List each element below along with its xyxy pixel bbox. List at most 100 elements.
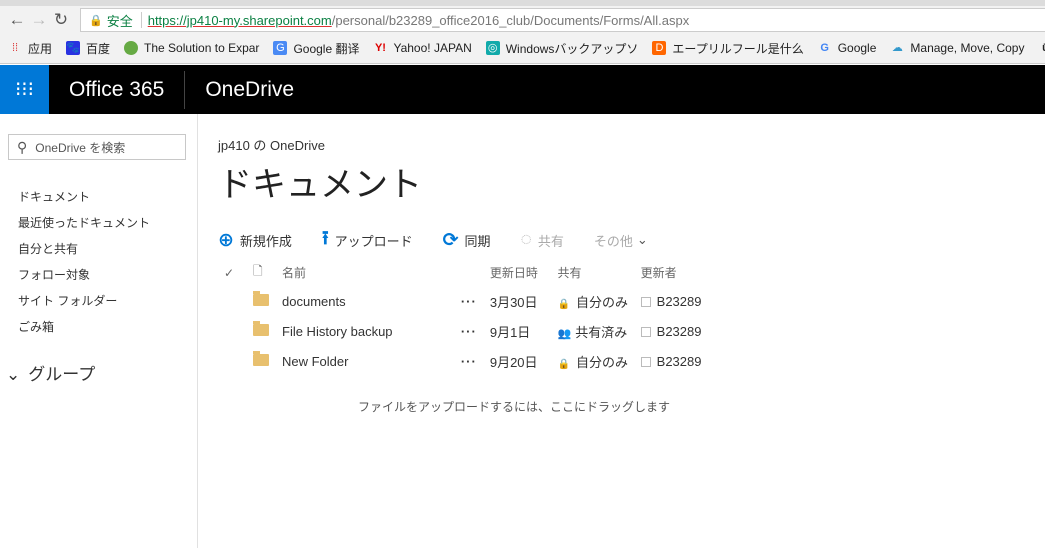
- bookmark-manage[interactable]: ☁ Manage, Move, Copy: [890, 41, 1025, 55]
- bookmark-u[interactable]: üU: [1038, 41, 1045, 55]
- command-bar: ⊕ 新規作成 ⭱ アップロード ⟳ 同期 ◌ 共有 その他 ⌄: [218, 224, 678, 256]
- left-nav: ⚲ OneDrive を検索 ドキュメント 最近使ったドキュメント 自分と共有 フ…: [0, 114, 198, 548]
- more-button[interactable]: その他 ⌄: [594, 231, 648, 250]
- chevron-down-icon: ⌄: [6, 365, 21, 384]
- table-row[interactable]: documents ··· 3月30日 🔒 自分のみ B23289: [218, 291, 718, 311]
- upload-label: アップロード: [334, 233, 413, 249]
- modified-by[interactable]: B23289: [657, 294, 702, 309]
- file-name-link[interactable]: documents: [282, 294, 461, 309]
- modified-date: 9月1日: [489, 325, 531, 340]
- reload-icon[interactable]: ↻: [50, 10, 72, 30]
- google-translate-icon: G: [273, 41, 288, 55]
- sharing-status[interactable]: 共有済み: [575, 325, 627, 340]
- breadcrumb[interactable]: jp410 の OneDrive: [218, 135, 422, 154]
- file-name-link[interactable]: New Folder: [282, 354, 461, 369]
- google-icon: G: [820, 42, 829, 54]
- cloud-icon: ☁: [891, 42, 903, 54]
- bookmark-solution[interactable]: The Solution to Expar: [124, 41, 259, 55]
- upload-icon: ⭱: [321, 228, 329, 249]
- bookmarks-bar: ⁞⁞ 应用 🐾 百度 The Solution to Expar G Google 翻…: [0, 34, 1045, 62]
- nav-item-documents[interactable]: ドキュメント: [0, 184, 197, 210]
- onedrive-link[interactable]: OneDrive: [185, 78, 314, 102]
- suite-bar: ⁝⁝⁝ Office 365 OneDrive: [0, 65, 1045, 114]
- nav-item-shared-with-me[interactable]: 自分と共有: [0, 236, 197, 262]
- url-host: https://jp410-my.sharepoint.com: [147, 12, 332, 28]
- more-actions-icon[interactable]: ···: [461, 354, 490, 369]
- groups-section[interactable]: ⌄ グループ: [0, 360, 197, 385]
- upload-button[interactable]: ⭱ アップロード: [322, 224, 413, 256]
- column-modified-by[interactable]: 更新者: [641, 264, 718, 281]
- new-button[interactable]: ⊕ 新規作成: [218, 229, 292, 252]
- globe-icon: [124, 41, 139, 55]
- share-icon: ◌: [520, 229, 532, 250]
- back-icon[interactable]: ←: [6, 10, 28, 30]
- bookmark-label: Google 翻译: [293, 41, 360, 56]
- bookmark-label: エープリルフール是什么: [672, 41, 804, 56]
- search-input[interactable]: ⚲ OneDrive を検索: [8, 134, 186, 160]
- presence-icon: [640, 297, 651, 307]
- file-name-link[interactable]: File History backup: [282, 324, 461, 339]
- url-path: /personal/b23289_office2016_club/Documen…: [331, 12, 690, 28]
- groups-label: グループ: [28, 365, 96, 384]
- bookmark-label: Windowsバックアップソ: [505, 41, 639, 56]
- drop-hint: ファイルをアップロードするには、ここにドラッグします: [358, 400, 671, 414]
- bookmark-label: Yahoo! JAPAN: [393, 41, 472, 55]
- bookmark-google-translate[interactable]: G Google 翻译: [273, 40, 359, 57]
- bookmark-april[interactable]: D エープリルフール是什么: [652, 40, 804, 57]
- nav-item-site-folders[interactable]: サイト フォルダー: [0, 288, 197, 314]
- column-modified[interactable]: 更新日時: [490, 264, 558, 281]
- forward-icon[interactable]: →: [28, 10, 50, 30]
- file-type-icon[interactable]: 🗋: [253, 262, 282, 283]
- bookmark-label: 应用: [28, 41, 53, 56]
- folder-icon: [253, 321, 269, 336]
- sharing-status[interactable]: 自分のみ: [576, 295, 628, 310]
- address-bar[interactable]: 🔒 安全 https://jp410-my.sharepoint.com/per…: [80, 8, 1045, 32]
- bookmark-google[interactable]: G Google: [818, 41, 876, 55]
- modified-date: 9月20日: [489, 355, 538, 370]
- divider: [140, 12, 142, 28]
- office-365-link[interactable]: Office 365: [49, 78, 184, 102]
- presence-icon: [640, 327, 651, 337]
- baidu-icon: 🐾: [66, 41, 81, 55]
- search-icon: ⚲: [17, 138, 28, 155]
- people-icon: 👥: [557, 328, 572, 340]
- lock-icon: 🔒: [557, 299, 570, 310]
- browser-chrome: ← → ↻ 🔒 安全 https://jp410-my.sharepoint.c…: [0, 0, 1045, 64]
- bookmark-yahoo[interactable]: Y! Yahoo! JAPAN: [373, 41, 472, 55]
- table-row[interactable]: New Folder ··· 9月20日 🔒 自分のみ B23289: [218, 351, 718, 371]
- select-all-checkmark-icon[interactable]: ✓: [218, 266, 253, 280]
- column-sharing[interactable]: 共有: [558, 264, 641, 281]
- bookmark-baidu[interactable]: 🐾 百度: [66, 40, 110, 57]
- d-icon: D: [652, 41, 667, 55]
- search-placeholder: OneDrive を検索: [35, 140, 126, 155]
- sync-label: 同期: [464, 233, 491, 249]
- windows-icon: ◎: [485, 41, 500, 55]
- bookmark-label: 百度: [86, 41, 111, 56]
- folder-icon: [253, 291, 269, 306]
- page-title: ドキュメント: [218, 166, 422, 204]
- sharing-status[interactable]: 自分のみ: [576, 355, 628, 370]
- nav-item-following[interactable]: フォロー対象: [0, 262, 197, 288]
- nav-item-recycle-bin[interactable]: ごみ箱: [0, 314, 197, 340]
- more-actions-icon[interactable]: ···: [461, 294, 490, 309]
- u-icon: ü: [1038, 41, 1045, 55]
- sync-button[interactable]: ⟳ 同期: [443, 229, 491, 252]
- table-row[interactable]: File History backup ··· 9月1日 👥 共有済み B2328…: [218, 321, 718, 341]
- column-headers: ✓ 🗋 名前 更新日時 共有 更新者: [218, 262, 718, 283]
- column-name[interactable]: 名前: [282, 264, 461, 281]
- more-actions-icon[interactable]: ···: [461, 324, 490, 339]
- bookmark-windows[interactable]: ◎ Windowsバックアップソ: [485, 40, 639, 57]
- new-label: 新規作成: [239, 233, 292, 249]
- modified-by[interactable]: B23289: [657, 354, 702, 369]
- more-label: その他: [593, 233, 633, 249]
- app-launcher-icon[interactable]: ⁝⁝⁝: [0, 65, 49, 114]
- bookmark-label: Manage, Move, Copy: [910, 41, 1025, 55]
- share-button[interactable]: ◌ 共有: [521, 229, 564, 251]
- bookmark-label: The Solution to Expar: [144, 41, 260, 55]
- yahoo-icon: Y!: [374, 42, 386, 54]
- bookmark-apps[interactable]: ⁞⁞ 应用: [8, 40, 52, 57]
- modified-by[interactable]: B23289: [657, 324, 702, 339]
- nav-item-recent[interactable]: 最近使ったドキュメント: [0, 210, 197, 236]
- lock-icon: 🔒: [557, 359, 570, 370]
- lock-icon: 🔒: [89, 14, 103, 27]
